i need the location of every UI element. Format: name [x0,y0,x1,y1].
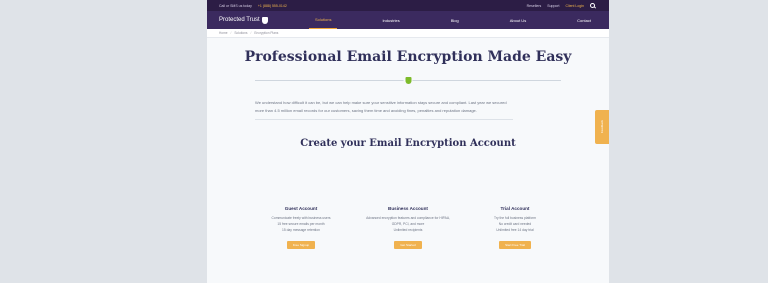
title-divider [255,73,561,87]
nav-item-about-us[interactable]: About Us [504,11,532,29]
business-start-button[interactable]: Get Started [394,241,422,249]
contact-text: Call or SMS us today [219,3,252,8]
resellers-link[interactable]: Resellers [527,4,542,8]
divider-badge [403,76,413,85]
logo-text: Protected Trust [219,17,260,23]
plan-card-business: Business Account Advanced encryption fea… [362,206,454,251]
plan-card-trial: Trial Account Try the full business plat… [469,206,561,251]
top-utility-bar: Call or SMS us today +1 (888) 555-0142 R… [207,0,609,11]
phone-link[interactable]: +1 (888) 555-0142 [258,4,287,8]
feedback-tab[interactable]: Feedback [595,110,609,144]
feedback-tab-label: Feedback [600,120,604,134]
breadcrumb: Home / Solutions / Encryption Plans [207,29,609,38]
breadcrumb-separator: / [250,31,252,35]
client-login-link[interactable]: Client Login [566,4,584,8]
plan-title: Trial Account [500,206,530,211]
plan-feature: 15 day message retention [282,228,320,232]
plan-title: Business Account [388,206,428,211]
check-shield-icon [405,77,411,84]
plan-feature: Unlimited free 14 day trial [496,228,534,232]
page-container: Call or SMS us today +1 (888) 555-0142 R… [207,0,609,283]
main-navigation: Protected Trust Solutions Industries Blo… [207,11,609,29]
breadcrumb-home[interactable]: Home [219,31,228,35]
plan-card-guest: Guest Account Communicate freely with bu… [255,206,347,251]
plan-feature: Unlimited recipients [393,228,423,232]
support-link[interactable]: Support [547,4,559,8]
nav-item-industries[interactable]: Industries [376,11,405,29]
search-icon[interactable] [590,3,595,8]
section-title: Create your Email Encryption Account [300,138,516,149]
nav-item-solutions[interactable]: Solutions [309,11,338,29]
breadcrumb-current: Encryption Plans [254,31,279,35]
contact-info: Call or SMS us today +1 (888) 555-0142 [219,4,287,8]
nav-item-blog[interactable]: Blog [445,11,465,29]
nav-menu: Solutions Industries Blog About Us Conta… [309,11,597,29]
shield-icon [261,16,268,24]
plan-feature: Advanced encryption features and complia… [366,216,450,226]
nav-item-contact[interactable]: Contact [571,11,597,29]
page-title: Professional Email Encryption Made Easy [244,49,572,65]
breadcrumb-solutions[interactable]: Solutions [234,31,247,35]
guest-signup-button[interactable]: Free Signup [286,241,316,249]
breadcrumb-separator: / [230,31,232,35]
plan-cards: Guest Account Communicate freely with bu… [255,206,561,251]
utility-links: Resellers Support Client Login [527,3,595,8]
intro-divider [255,119,513,120]
site-logo[interactable]: Protected Trust [219,16,309,24]
plan-title: Guest Account [284,206,318,211]
trial-start-button[interactable]: Start Free Trial [499,241,531,249]
intro-paragraph: We understand how difficult it can be, b… [255,100,507,113]
